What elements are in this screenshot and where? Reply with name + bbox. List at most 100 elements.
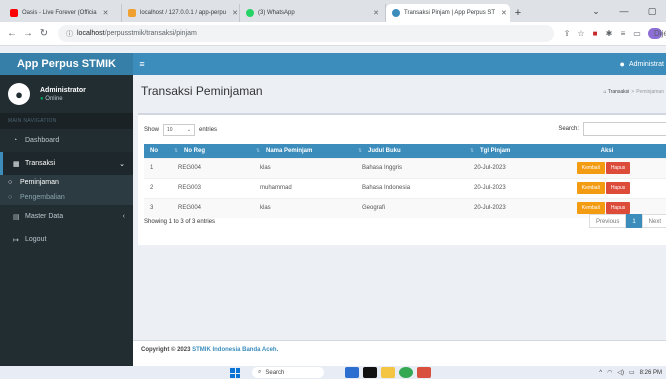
table-header-row: No ⇅ No Reg ⇅ Nama Peminjam ⇅ Judul Buku ⇅ T… xyxy=(144,144,666,158)
col-aksi[interactable]: Aksi xyxy=(540,144,666,158)
browser-tab-2[interactable]: localhost / 127.0.0.1 / app-perpu ✕ xyxy=(122,4,240,22)
loans-table: No ⇅ No Reg ⇅ Nama Peminjam ⇅ Judul Buku ⇅ T… xyxy=(144,144,666,218)
address-bar: ← → ↻ ⓘ localhost/perpusstmik/transaksi/… xyxy=(0,22,666,46)
user-menu[interactable]: ● Administrat xyxy=(620,59,666,69)
pagination: Previous 1 Next xyxy=(588,214,666,228)
breadcrumb-current: Peminjaman xyxy=(636,89,664,95)
col-tgl-pinjam[interactable]: ⇅ Tgl Pinjam xyxy=(468,144,540,158)
app-logo[interactable]: App Perpus STMIK xyxy=(0,53,133,75)
tab-title: localhost / 127.0.0.1 / app-perpu xyxy=(140,10,227,16)
share-icon[interactable]: ⇪ xyxy=(560,29,574,38)
previous-button[interactable]: Previous xyxy=(588,214,627,228)
close-tab-icon[interactable]: ✕ xyxy=(501,9,507,17)
profile-button[interactable]: Dijeda xyxy=(648,28,666,39)
hapus-button[interactable]: Hapus xyxy=(605,182,631,194)
entries-select[interactable]: 10 ⌄ xyxy=(163,124,196,136)
show-label: Show xyxy=(144,127,160,133)
online-dot-icon: ● xyxy=(40,95,44,102)
url-input[interactable]: ⓘ localhost/perpusstmik/transaksi/pinjam xyxy=(58,25,554,42)
page-title: Transaksi Peminjaman xyxy=(141,84,263,98)
battery-icon[interactable]: ▭ xyxy=(629,369,635,376)
taskbar-search-label: Search xyxy=(265,369,285,376)
sidebar-item-master-data[interactable]: ▤ Master Data ‹ xyxy=(0,205,133,228)
col-no[interactable]: No xyxy=(144,144,172,158)
kembali-button[interactable]: Kembali xyxy=(576,162,605,174)
table-row: 1 REG004 klas Bahasa Inggris 20-Jul-2023… xyxy=(144,157,666,178)
app-icon[interactable] xyxy=(363,367,377,378)
minimize-icon[interactable]: — xyxy=(610,0,638,22)
footer-org-link[interactable]: STMIK Indonesia Banda Aceh. xyxy=(192,347,278,353)
chevron-down-icon: ⌄ xyxy=(119,160,125,168)
kembali-button[interactable]: Kembali xyxy=(576,182,605,194)
hapus-button[interactable]: Hapus xyxy=(605,162,631,174)
maximize-icon[interactable]: ▢ xyxy=(638,0,666,22)
col-judul-buku[interactable]: ⇅ Judul Buku xyxy=(356,144,468,158)
extension-red-icon[interactable]: ■ xyxy=(588,29,602,38)
next-button[interactable]: Next xyxy=(641,214,666,228)
info-icon[interactable]: ⓘ xyxy=(66,29,73,39)
app-icon[interactable] xyxy=(417,367,431,378)
sidebar-item-logout[interactable]: ↦ Logout xyxy=(0,228,133,251)
page-1-button[interactable]: 1 xyxy=(626,214,642,228)
transaksi-submenu: ○ Peminjaman ○ Pengembalian xyxy=(0,175,133,205)
search-label: Search: xyxy=(558,126,579,132)
volume-icon[interactable]: ◁) xyxy=(617,369,624,376)
kembali-button[interactable]: Kembali xyxy=(576,202,605,215)
clock-time[interactable]: 8:26 PM xyxy=(640,370,662,376)
table-search: Search: xyxy=(558,122,666,136)
sidebar-header: MAIN NAVIGATION xyxy=(0,113,133,129)
database-icon: ▤ xyxy=(13,213,20,221)
bookmark-star-icon[interactable]: ☆ xyxy=(574,29,588,38)
sort-icon: ⇅ xyxy=(256,147,261,154)
taskbar-search[interactable]: ⌕ Search xyxy=(252,367,324,378)
entries-value: 10 xyxy=(167,127,173,133)
forward-icon[interactable]: → xyxy=(20,28,36,39)
browser-tab-1[interactable]: Oasis - Live Forever (Officia ✕ xyxy=(4,4,122,22)
browser-tab-4[interactable]: Transaksi Pinjam | App Perpus ST ✕ xyxy=(386,4,510,22)
file-explorer-icon[interactable] xyxy=(381,367,395,378)
sidebar-subitem-peminjaman[interactable]: ○ Peminjaman xyxy=(0,175,133,190)
close-tab-icon[interactable]: ✕ xyxy=(373,9,379,17)
search-input[interactable] xyxy=(583,122,666,136)
wifi-icon[interactable]: ◠ xyxy=(607,369,612,376)
dashboard-icon: ◔ xyxy=(13,137,18,144)
col-nama-peminjam[interactable]: ⇅ Nama Peminjam xyxy=(254,144,356,158)
cell-judul: Bahasa Indonesia xyxy=(356,177,468,198)
extensions-area: ⇪ ☆ ■ ✱ ≡ ▭ Dijeda xyxy=(560,28,666,39)
sidebar-item-dashboard[interactable]: ◔ Dashboard xyxy=(0,129,133,152)
chrome-icon[interactable] xyxy=(399,367,413,378)
user-status: ● Online xyxy=(40,96,86,102)
breadcrumb-link[interactable]: Transaksi xyxy=(608,89,630,95)
hapus-button[interactable]: Hapus xyxy=(605,202,631,215)
sidebar-item-transaksi[interactable]: ▦ Transaksi ⌄ xyxy=(0,152,133,175)
sidebar-item-label: Transaksi xyxy=(25,160,56,167)
side-panel-icon[interactable]: ▭ xyxy=(630,29,644,38)
tab-search-chevron-icon[interactable]: ⌄ xyxy=(582,0,610,22)
windows-start-icon[interactable] xyxy=(230,368,240,378)
reload-icon[interactable]: ↻ xyxy=(36,28,52,39)
close-tab-icon[interactable]: ✕ xyxy=(232,9,238,17)
sidebar-subitem-pengembalian[interactable]: ○ Pengembalian xyxy=(0,190,133,205)
col-no-reg[interactable]: ⇅ No Reg xyxy=(172,144,254,158)
data-table-box: Show 10 ⌄ entries Search: No ⇅ No Reg ⇅ Nam… xyxy=(138,113,666,245)
user-name: Administrator xyxy=(40,86,86,94)
breadcrumb: ⌂ Transaksi > Peminjaman xyxy=(603,89,664,95)
chevron-up-icon[interactable]: ^ xyxy=(599,370,602,376)
system-tray: ^ ◠ ◁) ▭ 8:26 PM xyxy=(594,366,662,379)
back-icon[interactable]: ← xyxy=(4,28,20,39)
extensions-puzzle-icon[interactable]: ✱ xyxy=(602,29,616,38)
url-path: /perpusstmik/transaksi/pinjam xyxy=(104,30,197,37)
logout-icon: ↦ xyxy=(13,236,19,244)
cell-no-reg: REG004 xyxy=(172,197,254,218)
circle-icon: ○ xyxy=(8,194,13,201)
new-tab-icon[interactable]: + xyxy=(510,4,526,22)
close-tab-icon[interactable]: ✕ xyxy=(103,9,109,17)
sidebar-toggle-icon[interactable]: ≡ xyxy=(133,59,151,69)
search-icon: ⌕ xyxy=(258,369,262,375)
browser-tab-3[interactable]: (3) WhatsApp ✕ xyxy=(240,4,386,22)
sort-icon: ⇅ xyxy=(470,147,475,154)
user-icon: ● xyxy=(619,59,625,69)
reading-list-icon[interactable]: ≡ xyxy=(616,29,630,38)
app-icon[interactable] xyxy=(345,367,359,378)
user-status-label: Online xyxy=(45,95,63,102)
